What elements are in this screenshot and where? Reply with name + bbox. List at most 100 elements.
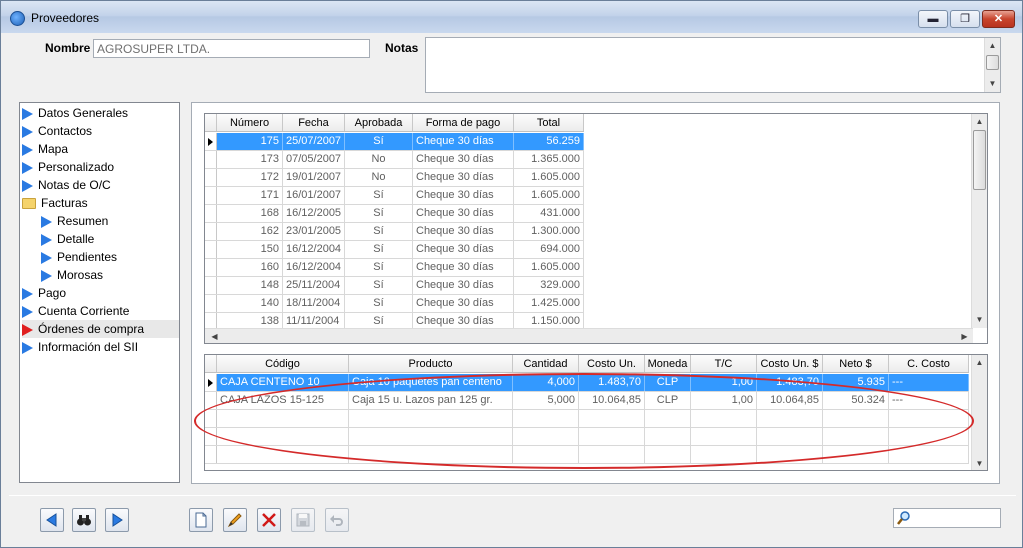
column-header[interactable]: Código xyxy=(217,355,349,372)
scroll-down-icon[interactable]: ▼ xyxy=(972,457,987,470)
notas-label: Notas xyxy=(385,41,419,55)
table-row[interactable]: 150 16/12/2004 Sí Cheque 30 días 694.000 xyxy=(205,241,584,259)
table-row[interactable]: CAJA CENTENO 10 Caja 10 paquetes pan cent… xyxy=(205,374,969,392)
title-bar[interactable]: Proveedores ▬ ❐ ✕ xyxy=(1,1,1022,33)
table-cell: 168 xyxy=(217,205,283,222)
sidebar-item-label: Mapa xyxy=(38,142,69,156)
table-cell: Caja 15 u. Lazos pan 125 gr. xyxy=(349,392,513,409)
column-header[interactable]: Fecha xyxy=(283,114,345,131)
table-cell: Sí xyxy=(345,241,413,258)
table-cell xyxy=(579,428,645,445)
notas-scrollbar[interactable]: ▲ ▼ xyxy=(984,38,1000,92)
table-cell: Cheque 30 días xyxy=(413,205,514,222)
close-button[interactable]: ✕ xyxy=(982,10,1015,28)
sidebar-item-mapa[interactable]: Mapa xyxy=(22,140,179,158)
sidebar-item-informacion-sii[interactable]: Información del SII xyxy=(22,338,179,356)
table-cell xyxy=(645,446,691,463)
column-header[interactable]: Cantidad xyxy=(513,355,579,372)
previous-button[interactable] xyxy=(40,508,64,532)
scroll-thumb[interactable] xyxy=(973,130,986,190)
row-indicator xyxy=(205,277,217,294)
column-header[interactable]: Neto $ xyxy=(823,355,889,372)
arrow-right-icon xyxy=(22,143,33,156)
sidebar-item-facturas[interactable]: Facturas xyxy=(22,194,179,212)
orders-hscroll[interactable]: ◀ ▶ xyxy=(205,328,973,343)
table-row[interactable]: 162 23/01/2005 Sí Cheque 30 días 1.300.000 xyxy=(205,223,584,241)
sidebar-item-resumen[interactable]: Resumen xyxy=(41,212,179,230)
table-cell: 16/01/2007 xyxy=(283,187,345,204)
search-box[interactable] xyxy=(893,508,1001,528)
sidebar-item-cuenta-corriente[interactable]: Cuenta Corriente xyxy=(22,302,179,320)
table-cell: 160 xyxy=(217,259,283,276)
edit-button[interactable] xyxy=(223,508,247,532)
row-indicator xyxy=(205,446,217,463)
sidebar-item-contactos[interactable]: Contactos xyxy=(22,122,179,140)
sidebar-item-datos-generales[interactable]: Datos Generales xyxy=(22,104,179,122)
column-header[interactable]: C. Costo xyxy=(889,355,969,372)
table-cell: 172 xyxy=(217,169,283,186)
scroll-right-icon[interactable]: ▶ xyxy=(957,330,972,343)
orders-vscroll[interactable]: ▲ ▼ xyxy=(971,114,987,328)
arrow-right-icon xyxy=(41,233,52,246)
sidebar-item-morosas[interactable]: Morosas xyxy=(41,266,179,284)
table-cell: 1.483,70 xyxy=(579,374,645,391)
next-button[interactable] xyxy=(105,508,129,532)
new-button[interactable] xyxy=(189,508,213,532)
scroll-up-icon[interactable]: ▲ xyxy=(985,39,1000,53)
sidebar-item-detalle[interactable]: Detalle xyxy=(41,230,179,248)
column-header[interactable]: Aprobada xyxy=(345,114,413,131)
table-cell xyxy=(349,428,513,445)
scroll-left-icon[interactable]: ◀ xyxy=(207,330,222,343)
sidebar-item-notas-oc[interactable]: Notas de O/C xyxy=(22,176,179,194)
minimize-button[interactable]: ▬ xyxy=(918,10,948,28)
scroll-up-icon[interactable]: ▲ xyxy=(972,115,987,129)
undo-button[interactable] xyxy=(325,508,349,532)
scroll-up-icon[interactable]: ▲ xyxy=(972,356,987,370)
table-cell: 431.000 xyxy=(514,205,584,222)
save-button[interactable] xyxy=(291,508,315,532)
column-header[interactable]: Producto xyxy=(349,355,513,372)
nombre-field[interactable]: AGROSUPER LTDA. xyxy=(93,39,370,58)
sidebar-item-label: Pago xyxy=(38,286,67,300)
sidebar-item-label: Órdenes de compra xyxy=(38,322,145,336)
table-row[interactable]: 173 07/05/2007 No Cheque 30 días 1.365.000 xyxy=(205,151,584,169)
notas-textarea[interactable]: ▲ ▼ xyxy=(425,37,1001,93)
table-cell: Cheque 30 días xyxy=(413,151,514,168)
delete-button[interactable] xyxy=(257,508,281,532)
table-row[interactable]: 168 16/12/2005 Sí Cheque 30 días 431.000 xyxy=(205,205,584,223)
column-header[interactable]: Costo Un. $ xyxy=(757,355,823,372)
details-grid[interactable]: Código Producto Cantidad Costo Un. Moneda T/C… xyxy=(204,354,988,471)
table-row[interactable]: 172 19/01/2007 No Cheque 30 días 1.605.000 xyxy=(205,169,584,187)
magnifier-icon xyxy=(897,511,910,525)
table-row[interactable]: 148 25/11/2004 Sí Cheque 30 días 329.000 xyxy=(205,277,584,295)
column-header[interactable]: Número xyxy=(217,114,283,131)
find-button[interactable] xyxy=(72,508,96,532)
sidebar-item-label: Personalizado xyxy=(38,160,115,174)
column-header[interactable]: Total xyxy=(514,114,584,131)
table-row[interactable]: 160 16/12/2004 Sí Cheque 30 días 1.605.000 xyxy=(205,259,584,277)
maximize-button[interactable]: ❐ xyxy=(950,10,980,28)
scroll-down-icon[interactable]: ▼ xyxy=(985,77,1000,91)
column-header[interactable]: Costo Un. xyxy=(579,355,645,372)
folder-icon xyxy=(22,198,36,210)
row-indicator xyxy=(205,241,217,258)
table-cell: 1.483,70 xyxy=(757,374,823,391)
sidebar-item-ordenes-compra[interactable]: Órdenes de compra xyxy=(22,320,179,338)
details-vscroll[interactable]: ▲ ▼ xyxy=(971,355,987,470)
table-row[interactable]: 171 16/01/2007 Sí Cheque 30 días 1.605.000 xyxy=(205,187,584,205)
empty-row xyxy=(205,410,969,428)
table-cell xyxy=(889,410,969,427)
column-header[interactable]: Moneda xyxy=(645,355,691,372)
sidebar-item-pendientes[interactable]: Pendientes xyxy=(41,248,179,266)
table-row[interactable]: CAJA LAZOS 15-125 Caja 15 u. Lazos pan 12… xyxy=(205,392,969,410)
column-header[interactable]: Forma de pago xyxy=(413,114,514,131)
table-row[interactable]: 140 18/11/2004 Sí Cheque 30 días 1.425.000 xyxy=(205,295,584,313)
sidebar-item-pago[interactable]: Pago xyxy=(22,284,179,302)
scroll-thumb[interactable] xyxy=(986,55,999,70)
column-header[interactable]: T/C xyxy=(691,355,757,372)
table-cell: 25/07/2007 xyxy=(283,133,345,150)
sidebar-item-personalizado[interactable]: Personalizado xyxy=(22,158,179,176)
scroll-down-icon[interactable]: ▼ xyxy=(972,313,987,327)
orders-grid[interactable]: Número Fecha Aprobada Forma de pago Total 17… xyxy=(204,113,988,344)
table-row[interactable]: 175 25/07/2007 Sí Cheque 30 días 56.259 xyxy=(205,133,584,151)
